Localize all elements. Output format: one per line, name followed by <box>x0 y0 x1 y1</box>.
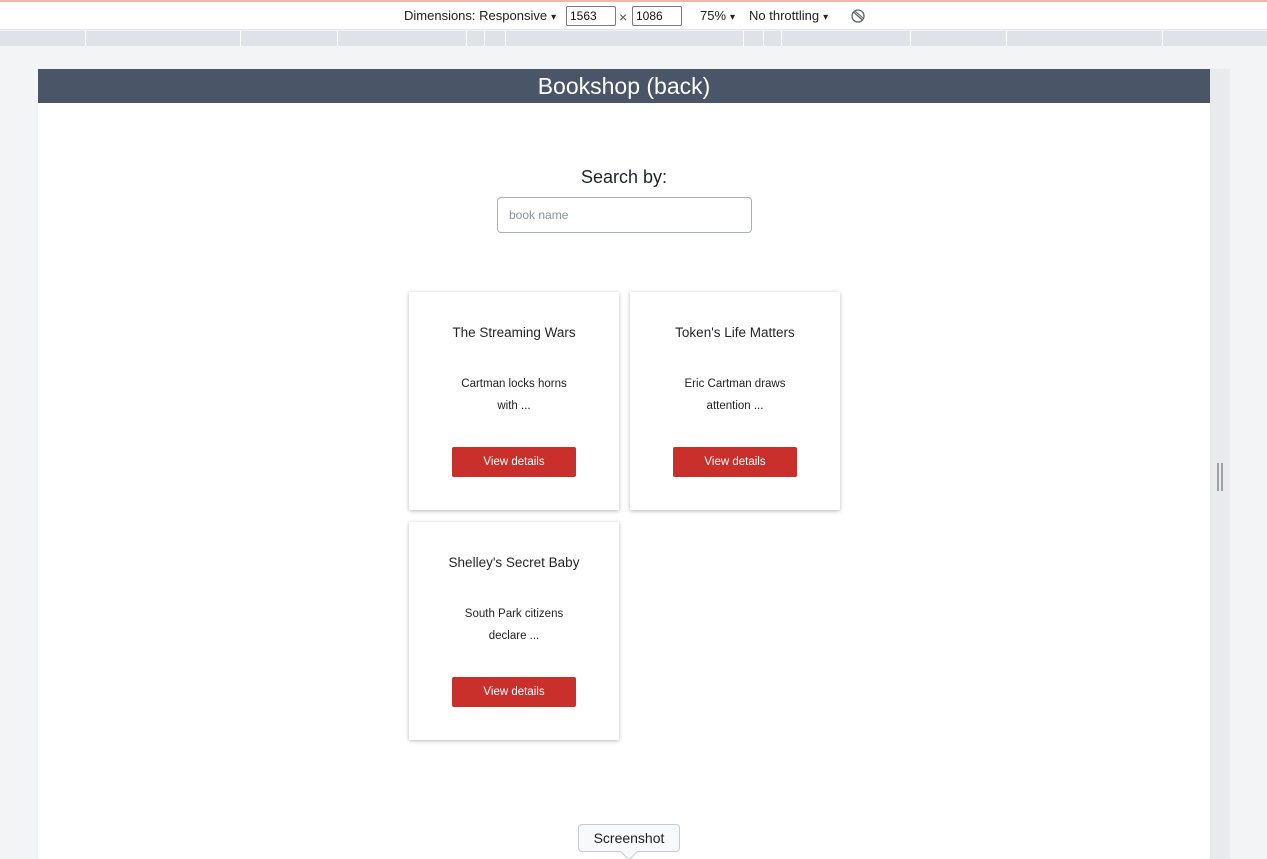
book-description-line: South Park citizens <box>464 608 564 620</box>
times-icon: × <box>619 9 628 25</box>
ruler-tick <box>910 31 911 46</box>
width-input[interactable] <box>566 6 616 26</box>
book-description-line: Eric Cartman draws <box>684 378 786 390</box>
ruler-tick <box>240 31 241 46</box>
ruler-tick <box>484 31 485 46</box>
book-description: Eric Cartman draws attention ... <box>670 373 800 417</box>
ruler-tick <box>466 31 467 46</box>
media-query-ruler[interactable] <box>0 31 1267 46</box>
ruler-tick <box>337 31 338 46</box>
book-title: Token's Life Matters <box>675 325 795 340</box>
ruler-tick <box>1162 31 1163 46</box>
screenshot-tooltip: Screenshot <box>578 824 680 859</box>
chevron-down-icon: ▾ <box>730 12 736 23</box>
throttling-label: No throttling <box>749 8 820 23</box>
book-description-line: declare ... <box>488 630 540 642</box>
book-description-line: Cartman locks horns <box>461 378 567 390</box>
ruler-tick <box>85 31 86 46</box>
resize-handle-icon[interactable] <box>1217 463 1223 491</box>
zoom-select[interactable]: 75% ▾ <box>700 7 735 27</box>
view-details-button[interactable]: View details <box>452 447 576 477</box>
book-title: The Streaming Wars <box>452 325 576 340</box>
throttling-select[interactable]: No throttling ▾ <box>749 7 828 27</box>
emulated-page: Bookshop (back) Search by: The Streaming… <box>38 69 1210 859</box>
book-description-line: with ... <box>497 400 531 412</box>
app-header: Bookshop (back) <box>38 69 1210 103</box>
chevron-down-icon: ▾ <box>823 12 829 23</box>
book-description: Cartman locks horns with ... <box>449 373 579 417</box>
ruler-tick <box>743 31 744 46</box>
view-details-button[interactable]: View details <box>673 447 797 477</box>
book-card: Shelley's Secret Baby South Park citizen… <box>409 522 619 740</box>
height-input[interactable] <box>632 6 682 26</box>
page-title: Bookshop (back) <box>537 73 711 99</box>
book-description-line: attention ... <box>706 400 764 412</box>
ruler-tick <box>781 31 782 46</box>
view-details-button[interactable]: View details <box>452 677 576 707</box>
ruler-tick <box>1006 31 1007 46</box>
search-label: Search by: <box>580 167 668 187</box>
dimensions-label: Dimensions: Responsive <box>404 8 548 23</box>
chevron-down-icon: ▾ <box>551 12 557 23</box>
ruler-tick <box>505 31 506 46</box>
ruler-tick <box>763 31 764 46</box>
book-description: South Park citizens declare ... <box>449 603 579 647</box>
zoom-label: 75% <box>700 8 727 23</box>
rotate-icon[interactable] <box>850 8 866 28</box>
book-card: Token's Life Matters Eric Cartman draws … <box>630 292 840 510</box>
dimensions-select[interactable]: Dimensions: Responsive ▾ <box>404 7 556 27</box>
book-title: Shelley's Secret Baby <box>448 555 580 570</box>
devtools-device-toolbar: Dimensions: Responsive▾ × 75%▾ No thrott… <box>0 0 1267 30</box>
search-input[interactable] <box>497 197 752 233</box>
book-card: The Streaming Wars Cartman locks horns w… <box>409 292 619 510</box>
